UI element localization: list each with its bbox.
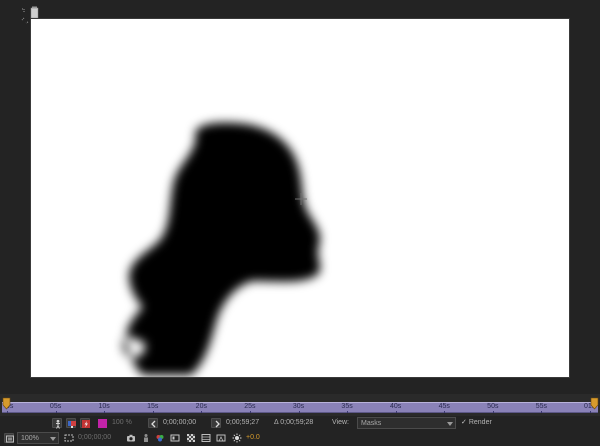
person-icon[interactable] (52, 418, 62, 429)
time-ruler-tick (298, 411, 300, 413)
show-snapshot-icon[interactable] (141, 433, 151, 443)
lightning-icon[interactable] (80, 418, 90, 428)
mask-color-swatch[interactable] (98, 419, 107, 428)
composition-viewer[interactable] (0, 0, 600, 394)
time-ruler-tick (347, 411, 349, 413)
go-to-out-point-icon[interactable] (211, 418, 221, 428)
magnification-value: 100% (21, 435, 39, 442)
time-ruler-tick (152, 411, 154, 413)
color-management-icon[interactable] (170, 433, 180, 443)
time-ruler-tick (249, 411, 251, 413)
roi-icon[interactable] (64, 433, 74, 443)
out-point-timecode[interactable]: 0;00;59;27 (226, 417, 259, 429)
current-time-readout[interactable]: 0;00;00;00 (78, 432, 111, 444)
view-label: View: (332, 419, 349, 426)
rgb-channels-icon[interactable] (155, 433, 165, 443)
grid-guides-icon[interactable] (201, 433, 211, 443)
composition-canvas[interactable] (30, 18, 570, 378)
time-ruler-tick (541, 411, 543, 413)
time-ruler-tick-label: 40s (390, 403, 402, 410)
time-ruler-tick (492, 411, 494, 413)
time-ruler-tick-label: 35s (341, 403, 353, 410)
viewer-bottom-bar: 100% 0;00;00;00 +0.0 (0, 431, 600, 446)
time-ruler-tick (444, 411, 446, 413)
time-ruler-tick (395, 411, 397, 413)
render-checkbox[interactable]: ✓ Render (461, 417, 492, 429)
time-ruler-tick-label: 45s (438, 403, 450, 410)
mask-silhouette (122, 122, 321, 375)
time-ruler-ticks: 0s 05s 10s 15s 20s 25s 30s 35s 40s 45s 50s 55s 01: (0, 394, 600, 416)
checkerboard-icon[interactable] (186, 433, 196, 443)
go-to-in-point-icon[interactable] (148, 418, 158, 428)
time-ruler-tick-label: 15s (147, 403, 159, 410)
chevron-down-icon (447, 422, 453, 426)
always-preview-icon[interactable] (4, 433, 14, 443)
view-dropdown-value: Masks (361, 420, 382, 427)
time-ruler-tick (55, 411, 57, 413)
time-ruler-tick (590, 411, 591, 413)
time-ruler-tick-label: 05s (49, 403, 62, 410)
time-ruler-tick-label: 50s (487, 403, 499, 410)
in-point-timecode[interactable]: 0;00;00;00 (163, 417, 196, 429)
chevron-down-icon (50, 437, 56, 441)
pixel-aspect-icon[interactable] (216, 433, 226, 443)
current-time-indicator[interactable] (2, 396, 11, 410)
time-ruler-tick-label: 55s (535, 403, 548, 410)
time-ruler-tick-label: 10s (98, 403, 110, 410)
sun-icon[interactable] (232, 433, 242, 443)
zoom-value[interactable]: 100 % (112, 417, 132, 429)
time-ruler-tick (104, 411, 106, 413)
time-ruler-tick-label: 30s (292, 403, 305, 410)
duration-readout: Δ 0;00;59;28 (274, 419, 314, 426)
work-area-end-handle[interactable] (590, 396, 599, 410)
time-ruler-tick-label: 25s (244, 403, 256, 410)
exposure-value[interactable]: +0.0 (246, 432, 260, 444)
checkmark-icon: ✓ (461, 419, 467, 426)
camera-icon[interactable] (126, 433, 136, 443)
render-label: Render (468, 419, 492, 426)
time-ruler-tick (201, 411, 203, 413)
magnification-dropdown[interactable]: 100% (17, 432, 59, 444)
time-ruler-tick (7, 411, 8, 413)
time-ruler[interactable]: 0s 05s 10s 15s 20s 25s 30s 35s 40s 45s 50s 55s 01: (0, 394, 600, 416)
rgb-channels-icon[interactable] (66, 418, 76, 428)
time-ruler-tick-label: 20s (195, 403, 207, 410)
viewer-options-bar: 100 % 0;00;00;00 0;00;59;27 Δ 0;00;59;28… (0, 416, 600, 430)
view-dropdown[interactable]: Masks (357, 417, 456, 429)
